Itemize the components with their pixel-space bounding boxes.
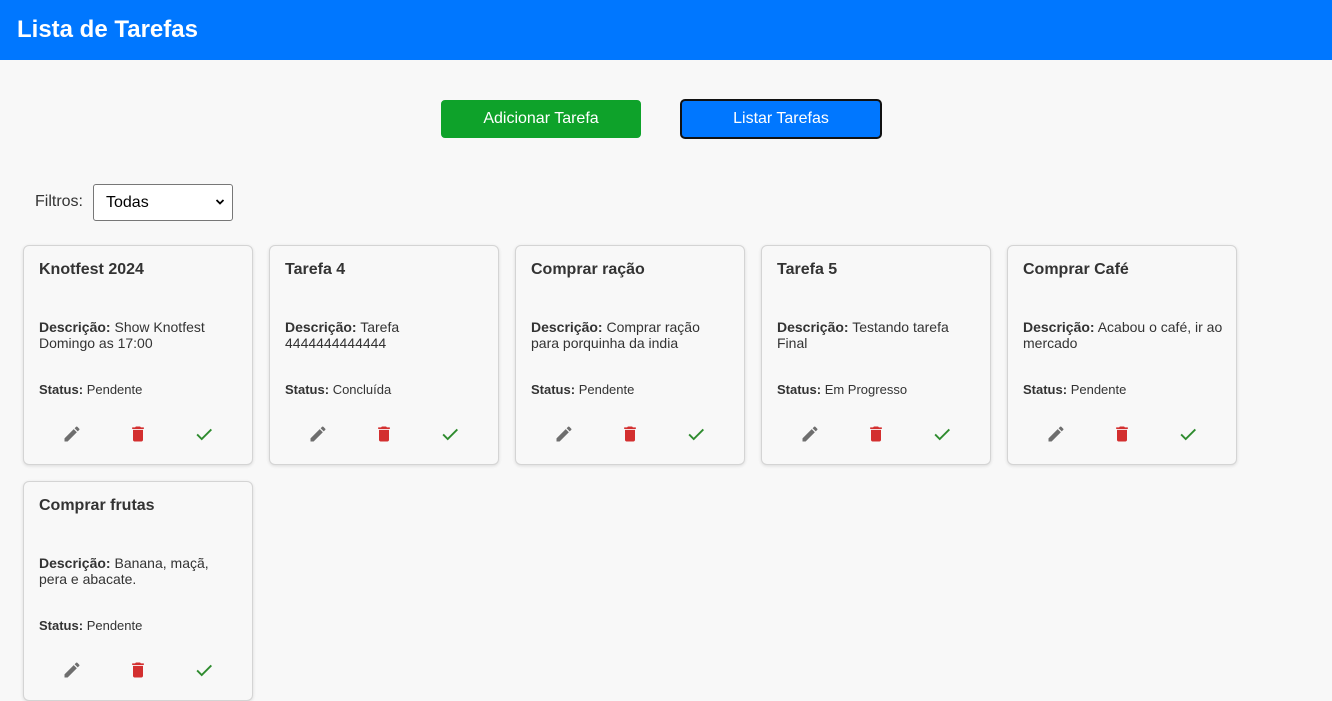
check-icon (196, 664, 212, 677)
description-label: Descrição: (1023, 319, 1095, 335)
task-title: Comprar frutas (39, 497, 155, 514)
page-title: Lista de Tarefas (17, 16, 198, 43)
task-description: Descrição: Comprar ração para porquinha … (531, 319, 731, 351)
complete-button[interactable] (192, 422, 216, 446)
trash-icon (624, 426, 636, 442)
app-header: Lista de Tarefas (0, 0, 1332, 60)
trash-icon (870, 426, 882, 442)
complete-button[interactable] (684, 422, 708, 446)
task-description: Descrição: Show Knotfest Domingo as 17:0… (39, 319, 239, 351)
status-label: Status: (285, 382, 330, 397)
pencil-icon (1048, 426, 1064, 442)
task-status: Status: Pendente (531, 382, 634, 397)
check-icon (196, 428, 212, 441)
task-status: Status: Concluída (285, 382, 391, 397)
description-label: Descrição: (777, 319, 849, 335)
task-card: Knotfest 2024 Descrição: Show Knotfest D… (23, 245, 253, 465)
filter-selected-value: Todas (106, 193, 149, 211)
pencil-icon (64, 426, 80, 442)
delete-button[interactable] (618, 422, 642, 446)
task-status: Status: Pendente (1023, 382, 1126, 397)
check-icon (688, 428, 704, 441)
status-text: Em Progresso (824, 382, 908, 397)
complete-button[interactable] (1176, 422, 1200, 446)
status-text: Pendente (578, 382, 635, 397)
status-text: Pendente (86, 618, 143, 633)
task-card: Comprar Café Descrição: Acabou o café, i… (1007, 245, 1237, 465)
edit-button[interactable] (60, 658, 84, 682)
status-label: Status: (1023, 382, 1068, 397)
status-label: Status: (39, 382, 84, 397)
pencil-icon (64, 662, 80, 678)
description-label: Descrição: (39, 555, 111, 571)
complete-button[interactable] (192, 658, 216, 682)
description-label: Descrição: (531, 319, 603, 335)
status-text: Pendente (86, 382, 143, 397)
delete-button[interactable] (864, 422, 888, 446)
add-task-button[interactable]: Adicionar Tarefa (441, 100, 641, 138)
status-label: Status: (531, 382, 576, 397)
task-card: Tarefa 5 Descrição: Testando tarefa Fina… (761, 245, 991, 465)
task-status: Status: Em Progresso (777, 382, 907, 397)
complete-button[interactable] (930, 422, 954, 446)
edit-button[interactable] (1044, 422, 1068, 446)
check-icon (1180, 428, 1196, 441)
task-card: Comprar frutas Descrição: Banana, maçã, … (23, 481, 253, 701)
delete-button[interactable] (372, 422, 396, 446)
task-description: Descrição: Acabou o café, ir ao mercado (1023, 319, 1223, 351)
task-description: Descrição: Testando tarefa Final (777, 319, 977, 351)
edit-button[interactable] (798, 422, 822, 446)
delete-button[interactable] (1110, 422, 1134, 446)
trash-icon (1116, 426, 1128, 442)
task-status: Status: Pendente (39, 618, 142, 633)
task-card: Comprar ração Descrição: Comprar ração p… (515, 245, 745, 465)
status-text: Pendente (1070, 382, 1127, 397)
task-status: Status: Pendente (39, 382, 142, 397)
status-text: Concluída (332, 382, 392, 397)
check-icon (934, 428, 950, 441)
filter-label: Filtros: (35, 193, 83, 210)
edit-button[interactable] (552, 422, 576, 446)
trash-icon (378, 426, 390, 442)
status-label: Status: (39, 618, 84, 633)
edit-button[interactable] (60, 422, 84, 446)
description-label: Descrição: (39, 319, 111, 335)
edit-button[interactable] (306, 422, 330, 446)
task-title: Knotfest 2024 (39, 261, 144, 278)
complete-button[interactable] (438, 422, 462, 446)
chevron-down-icon (216, 199, 224, 205)
pencil-icon (802, 426, 818, 442)
pencil-icon (556, 426, 572, 442)
filter-select[interactable]: Todas (93, 184, 233, 221)
status-label: Status: (777, 382, 822, 397)
task-description: Descrição: Tarefa 4444444444444 (285, 319, 485, 351)
delete-button[interactable] (126, 422, 150, 446)
task-title: Tarefa 5 (777, 261, 838, 278)
trash-icon (132, 426, 144, 442)
task-title: Comprar ração (531, 261, 645, 278)
task-description: Descrição: Banana, maçã, pera e abacate. (39, 555, 239, 587)
trash-icon (132, 662, 144, 678)
check-icon (442, 428, 458, 441)
description-label: Descrição: (285, 319, 357, 335)
list-tasks-button[interactable]: Listar Tarefas (680, 99, 882, 139)
pencil-icon (310, 426, 326, 442)
task-title: Tarefa 4 (285, 261, 346, 278)
task-card: Tarefa 4 Descrição: Tarefa 4444444444444… (269, 245, 499, 465)
task-title: Comprar Café (1023, 261, 1129, 278)
delete-button[interactable] (126, 658, 150, 682)
